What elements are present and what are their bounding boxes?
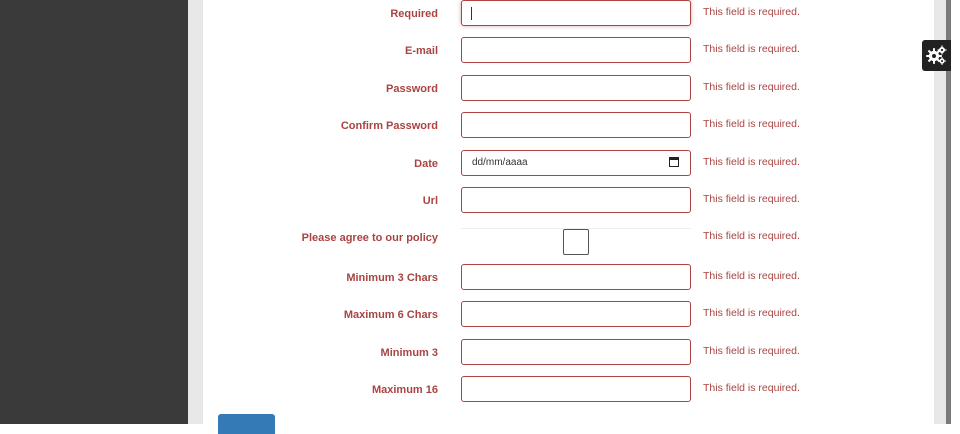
field-label-confirm-password: Confirm Password <box>340 120 438 132</box>
policy-checkbox[interactable] <box>563 229 589 255</box>
error-message-password: This field is required. <box>703 81 800 93</box>
email-input[interactable] <box>461 37 691 63</box>
field-label-date: Date <box>414 158 438 170</box>
field-label-url: Url <box>422 195 438 207</box>
calendar-icon[interactable] <box>669 157 679 167</box>
required-input[interactable] <box>461 0 691 26</box>
form-row-required: Required This field is required. <box>203 0 935 28</box>
content-gutter-left <box>188 0 202 424</box>
password-input[interactable] <box>461 75 691 101</box>
form-row-max-6-chars: Maximum 6 Chars This field is required. <box>203 301 935 329</box>
error-message-max-16: This field is required. <box>703 382 800 394</box>
sidebar-background <box>0 0 188 424</box>
date-input[interactable]: dd/mm/aaaa <box>461 150 691 176</box>
form-row-email: E-mail This field is required. <box>203 37 935 65</box>
field-label-password: Password <box>386 83 438 95</box>
form-row-password: Password This field is required. <box>203 75 935 103</box>
field-label-min-3: Minimum 3 <box>380 347 438 359</box>
error-message-policy: This field is required. <box>703 230 800 242</box>
form-row-url: Url This field is required. <box>203 187 935 215</box>
error-message-min-3-chars: This field is required. <box>703 270 800 282</box>
field-label-max-16: Maximum 16 <box>371 384 438 396</box>
text-caret <box>471 7 472 20</box>
error-message-required: This field is required. <box>703 6 800 18</box>
form-row-confirm-password: Confirm Password This field is required. <box>203 112 935 140</box>
min-3-input[interactable] <box>461 339 691 365</box>
field-label-min-3-chars: Minimum 3 Chars <box>346 272 438 284</box>
date-placeholder: dd/mm/aaaa <box>472 157 528 168</box>
max-6-chars-input[interactable] <box>461 301 691 327</box>
form-row-min-3-chars: Minimum 3 Chars This field is required. <box>203 264 935 292</box>
form-row-date: Date dd/mm/aaaa This field is required. <box>203 150 935 178</box>
error-message-max-6-chars: This field is required. <box>703 307 800 319</box>
min-3-chars-input[interactable] <box>461 264 691 290</box>
error-message-url: This field is required. <box>703 193 800 205</box>
error-message-date: This field is required. <box>703 156 800 168</box>
field-label-max-6-chars: Maximum 6 Chars <box>343 309 438 321</box>
gears-icon <box>926 45 947 65</box>
field-label-policy: Please agree to our policy <box>301 232 438 244</box>
field-label-email: E-mail <box>404 45 438 57</box>
max-16-input[interactable] <box>461 376 691 402</box>
form-row-min-3: Minimum 3 This field is required. <box>203 339 935 367</box>
error-message-min-3: This field is required. <box>703 345 800 357</box>
error-message-confirm-password: This field is required. <box>703 118 800 130</box>
field-label-required: Required <box>390 8 438 20</box>
form-row-policy: Please agree to our policy This field is… <box>203 228 935 256</box>
right-edge <box>951 0 960 424</box>
form-row-max-16: Maximum 16 This field is required. <box>203 376 935 404</box>
validation-form-panel: Required This field is required. E-mail … <box>202 0 935 424</box>
url-input[interactable] <box>461 187 691 213</box>
submit-button[interactable] <box>218 414 275 434</box>
settings-panel-toggle[interactable] <box>922 40 951 71</box>
error-message-email: This field is required. <box>703 43 800 55</box>
confirm-password-input[interactable] <box>461 112 691 138</box>
